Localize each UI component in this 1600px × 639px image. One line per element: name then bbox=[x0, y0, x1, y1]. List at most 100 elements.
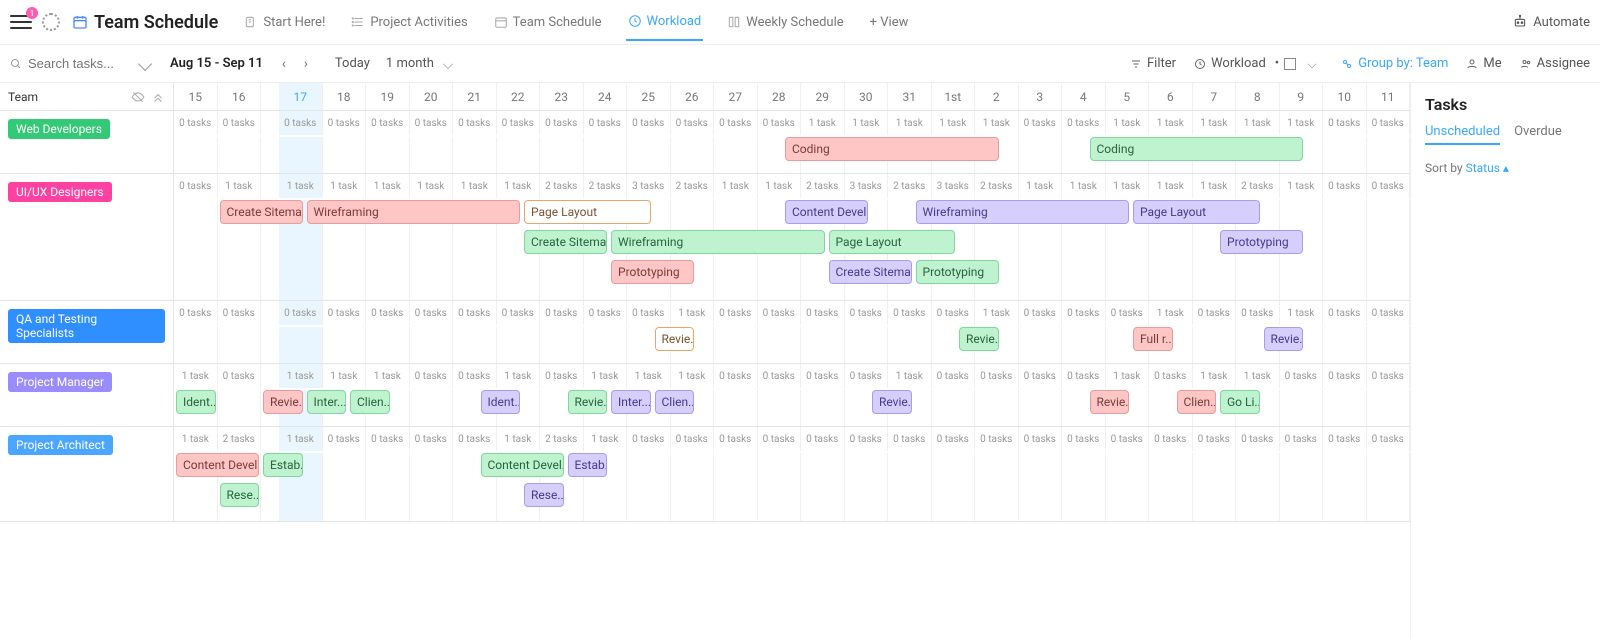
date-range[interactable]: Aug 15 - Sep 11 bbox=[170, 56, 263, 71]
day-header[interactable]: 19 bbox=[366, 83, 410, 110]
task-bar[interactable]: Go Li... bbox=[1220, 390, 1260, 414]
day-header[interactable]: 21 bbox=[453, 83, 497, 110]
next-button[interactable]: › bbox=[295, 53, 317, 75]
task-bar[interactable]: Content Devel... bbox=[176, 453, 259, 477]
eye-off-icon[interactable] bbox=[131, 90, 145, 104]
task-count: 1 task bbox=[888, 111, 932, 135]
task-bar[interactable]: Clien... bbox=[1177, 390, 1217, 414]
day-header[interactable]: 30 bbox=[845, 83, 889, 110]
task-bar[interactable]: Content Devel... bbox=[785, 200, 868, 224]
prev-button[interactable]: ‹ bbox=[273, 53, 295, 75]
day-header[interactable]: 5 bbox=[1106, 83, 1150, 110]
menu-button[interactable]: 1 bbox=[10, 13, 32, 31]
task-bar[interactable]: Page Layout bbox=[829, 230, 956, 254]
tab-project-activities[interactable]: Project Activities bbox=[349, 4, 469, 41]
task-bar[interactable]: Create Sitemap bbox=[220, 200, 303, 224]
today-button[interactable]: Today bbox=[335, 56, 370, 71]
task-bar[interactable]: Estab... bbox=[568, 453, 608, 477]
task-bar[interactable]: Estab... bbox=[263, 453, 303, 477]
day-header[interactable]: 24 bbox=[584, 83, 628, 110]
task-bar[interactable]: Revie... bbox=[568, 390, 608, 414]
tab-weekly-schedule[interactable]: Weekly Schedule bbox=[725, 4, 845, 41]
task-bar[interactable]: Revie... bbox=[1264, 327, 1304, 351]
day-header[interactable]: 23 bbox=[540, 83, 584, 110]
day-header[interactable]: 31 bbox=[888, 83, 932, 110]
task-bar[interactable]: Wireframing bbox=[916, 200, 1130, 224]
day-header[interactable]: 9 bbox=[1280, 83, 1324, 110]
side-tab-overdue[interactable]: Overdue bbox=[1514, 124, 1562, 145]
assignee-button[interactable]: Assignee bbox=[1520, 56, 1590, 71]
task-bar[interactable]: Clien... bbox=[655, 390, 695, 414]
team-pill[interactable]: QA and Testing Specialists bbox=[8, 309, 165, 343]
task-bar[interactable]: Revie... bbox=[959, 327, 999, 351]
day-header[interactable]: 10 bbox=[1323, 83, 1367, 110]
task-bar[interactable]: Content Devel... bbox=[481, 453, 564, 477]
task-bar[interactable]: Prototyping bbox=[916, 260, 999, 284]
automate-button[interactable]: Automate bbox=[1512, 14, 1590, 30]
day-header[interactable]: 1st bbox=[932, 83, 976, 110]
task-bar[interactable]: Full r... bbox=[1133, 327, 1173, 351]
search-box[interactable] bbox=[10, 56, 160, 71]
task-bar[interactable]: Revie... bbox=[263, 390, 303, 414]
task-bar[interactable]: Page Layout bbox=[524, 200, 651, 224]
side-tab-unscheduled[interactable]: Unscheduled bbox=[1425, 124, 1500, 145]
task-count: 0 tasks bbox=[1019, 301, 1063, 325]
day-header[interactable]: 2 bbox=[975, 83, 1019, 110]
day-header[interactable]: 20 bbox=[410, 83, 454, 110]
day-header[interactable]: 4 bbox=[1062, 83, 1106, 110]
task-bar[interactable]: Create Sitemap bbox=[524, 230, 607, 254]
tab--view[interactable]: + View bbox=[868, 4, 911, 41]
task-bar[interactable]: Prototyping bbox=[1220, 230, 1303, 254]
me-button[interactable]: Me bbox=[1466, 56, 1501, 71]
task-bar[interactable]: Wireframing bbox=[611, 230, 825, 254]
task-bar[interactable]: Ident... bbox=[481, 390, 521, 414]
workload-button[interactable]: Workload • bbox=[1194, 56, 1323, 71]
day-header[interactable]: 27 bbox=[714, 83, 758, 110]
day-header[interactable]: 28 bbox=[758, 83, 802, 110]
chevron-down-icon[interactable] bbox=[138, 56, 152, 70]
groupby-button[interactable]: Group by: Team bbox=[1341, 56, 1448, 71]
task-bar[interactable]: Revie... bbox=[655, 327, 695, 351]
team-pill[interactable]: Project Manager bbox=[8, 372, 112, 392]
task-bar[interactable]: Revie... bbox=[1090, 390, 1130, 414]
tab-team-schedule[interactable]: Team Schedule bbox=[492, 4, 604, 41]
task-bar[interactable]: Rese... bbox=[524, 483, 564, 507]
checkbox-icon[interactable] bbox=[1284, 58, 1296, 70]
group-icon bbox=[1341, 58, 1353, 70]
day-header[interactable]: 22 bbox=[497, 83, 541, 110]
collapse-icon[interactable] bbox=[151, 90, 165, 104]
task-bar[interactable]: Clien... bbox=[350, 390, 390, 414]
tab-start-here-[interactable]: Start Here! bbox=[242, 4, 327, 41]
task-bar[interactable]: Create Sitemap bbox=[829, 260, 912, 284]
task-bar[interactable]: Ident... bbox=[176, 390, 216, 414]
day-header[interactable]: 26 bbox=[671, 83, 715, 110]
team-pill[interactable]: Web Developers bbox=[8, 119, 110, 139]
team-pill[interactable]: Project Architect bbox=[8, 435, 113, 455]
task-bar[interactable]: Rese... bbox=[220, 483, 260, 507]
task-bar[interactable]: Revie... bbox=[872, 390, 912, 414]
task-bar[interactable]: Inter... bbox=[611, 390, 651, 414]
period-selector[interactable]: 1 month bbox=[386, 56, 459, 71]
task-bar[interactable]: Page Layout bbox=[1133, 200, 1260, 224]
day-header[interactable]: 15 bbox=[174, 83, 218, 110]
day-header[interactable]: 6 bbox=[1149, 83, 1193, 110]
day-header[interactable]: 17 bbox=[279, 83, 323, 110]
task-bar[interactable]: Coding bbox=[1090, 137, 1304, 161]
day-header[interactable]: 29 bbox=[801, 83, 845, 110]
sortby-value[interactable]: Status ▴ bbox=[1466, 161, 1509, 175]
task-bar[interactable]: Coding bbox=[785, 137, 999, 161]
task-bar[interactable]: Prototyping bbox=[611, 260, 694, 284]
day-header[interactable]: 16 bbox=[218, 83, 262, 110]
team-pill[interactable]: UI/UX Designers bbox=[8, 182, 112, 202]
day-header[interactable]: 11 bbox=[1367, 83, 1411, 110]
day-header[interactable]: 18 bbox=[323, 83, 367, 110]
day-header[interactable]: 8 bbox=[1236, 83, 1280, 110]
task-bar[interactable]: Inter... bbox=[307, 390, 347, 414]
filter-button[interactable]: Filter bbox=[1130, 56, 1176, 71]
day-header[interactable]: 7 bbox=[1193, 83, 1237, 110]
search-input[interactable] bbox=[28, 56, 128, 71]
day-header[interactable]: 25 bbox=[627, 83, 671, 110]
day-header[interactable]: 3 bbox=[1019, 83, 1063, 110]
tab-workload[interactable]: Workload bbox=[626, 4, 704, 41]
task-bar[interactable]: Wireframing bbox=[307, 200, 521, 224]
